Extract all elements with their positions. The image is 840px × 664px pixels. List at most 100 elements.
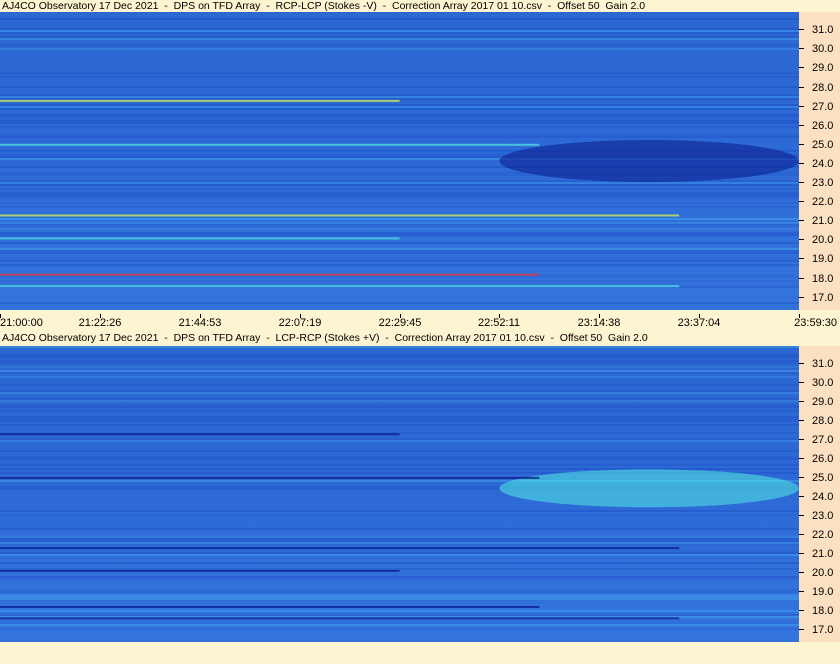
noise-row <box>0 462 799 464</box>
noise-row <box>0 300 799 302</box>
noise-row <box>0 244 799 246</box>
noise-row <box>0 218 799 220</box>
noise-row <box>0 520 799 522</box>
noise-row <box>0 402 799 404</box>
frequency-axis-bottom: 31.0 30.0 29.0 28.0 27.0 26.0 25.0 24.0 23.0 22.0… <box>799 346 840 642</box>
noise-row <box>0 302 799 304</box>
noise-row <box>0 98 799 100</box>
noise-row <box>0 256 799 258</box>
noise-row <box>0 354 799 356</box>
noise-row <box>0 206 799 208</box>
noise-row <box>0 32 799 34</box>
freq-tick: 20.0 <box>799 233 840 247</box>
freq-tick-mark <box>799 363 804 365</box>
bottom-strip <box>0 642 840 664</box>
noise-row <box>0 288 799 290</box>
noise-row <box>0 270 799 272</box>
noise-row <box>0 552 799 554</box>
noise-row <box>0 384 799 386</box>
rfi-bright-line <box>0 143 540 146</box>
noise-row <box>0 60 799 62</box>
freq-tick-mark <box>799 590 804 592</box>
rfi-bright-line <box>0 214 680 217</box>
noise-row <box>0 530 799 532</box>
freq-tick: 22.0 <box>799 528 840 542</box>
noise-row <box>0 374 799 376</box>
noise-row <box>0 362 799 364</box>
freq-tick-mark <box>799 86 804 88</box>
noise-row <box>0 292 799 294</box>
freq-tick-mark <box>799 143 804 145</box>
freq-tick: 29.0 <box>799 395 840 409</box>
noise-row <box>0 76 799 78</box>
noise-row <box>0 380 799 382</box>
noise-row <box>0 534 799 536</box>
freq-tick-mark <box>799 239 804 241</box>
noise-row <box>0 428 799 430</box>
noise-row <box>0 260 799 262</box>
noise-row <box>0 430 799 432</box>
freq-tick: 19.0 <box>799 585 840 599</box>
freq-tick-label: 18.0 <box>812 604 834 617</box>
noise-row <box>0 626 799 628</box>
freq-tick-label: 20.0 <box>812 234 834 247</box>
freq-tick-mark <box>799 628 804 630</box>
rfi-bright-line <box>0 273 540 276</box>
noise-row <box>0 592 799 594</box>
freq-tick-mark <box>799 552 804 554</box>
noise-row <box>0 526 799 528</box>
noise-row <box>0 524 799 526</box>
noise-row <box>0 346 799 348</box>
noise-row <box>0 200 799 202</box>
noise-row <box>0 554 799 556</box>
noise-row <box>0 240 799 242</box>
panel-title-bottom: AJ4CO Observatory 17 Dec 2021 - DPS on T… <box>2 332 648 344</box>
noise-row <box>0 376 799 378</box>
freq-tick-label: 31.0 <box>812 24 834 37</box>
noise-row <box>0 64 799 66</box>
freq-tick: 18.0 <box>799 604 840 618</box>
time-tick-label: 21:00:00 <box>0 317 43 329</box>
freq-tick-label: 27.0 <box>812 100 834 113</box>
freq-tick-label: 27.0 <box>812 433 834 446</box>
noise-row <box>0 228 799 230</box>
noise-row <box>0 372 799 374</box>
noise-row <box>0 22 799 24</box>
freq-tick: 19.0 <box>799 252 840 266</box>
noise-row <box>0 586 799 588</box>
time-tick-label: 21:22:26 <box>78 317 122 329</box>
noise-row <box>0 56 799 58</box>
noise-row <box>0 106 799 108</box>
noise-row <box>0 26 799 28</box>
freq-tick-label: 21.0 <box>812 547 834 560</box>
freq-tick: 29.0 <box>799 61 840 75</box>
noise-row <box>0 386 799 388</box>
noise-row <box>0 202 799 204</box>
rfi-dark-line <box>0 547 680 550</box>
noise-row <box>0 198 799 200</box>
noise-row <box>0 358 799 360</box>
noise-row <box>0 624 799 626</box>
freq-tick-mark <box>799 29 804 31</box>
freq-tick-mark <box>799 533 804 535</box>
noise-row <box>0 536 799 538</box>
noise-row <box>0 308 799 310</box>
freq-tick-mark <box>799 382 804 384</box>
noise-row <box>0 122 799 124</box>
noise-row <box>0 254 799 256</box>
freq-tick: 30.0 <box>799 376 840 390</box>
freq-tick-mark <box>799 182 804 183</box>
noise-row <box>0 572 799 574</box>
noise-row <box>0 518 799 520</box>
noise-row <box>0 296 799 298</box>
freq-tick-label: 23.0 <box>812 509 834 522</box>
noise-row <box>0 294 799 296</box>
noise-row <box>0 104 799 106</box>
noise-row <box>0 466 799 468</box>
freq-tick: 22.0 <box>799 195 840 209</box>
frequency-axis-top: 31.0 30.0 29.0 28.0 27.0 26.0 25.0 24.0 23.0 22.0… <box>799 12 840 310</box>
noise-row <box>0 112 799 114</box>
freq-tick-label: 28.0 <box>812 81 834 94</box>
freq-tick: 25.0 <box>799 138 840 152</box>
noise-row <box>0 212 799 214</box>
